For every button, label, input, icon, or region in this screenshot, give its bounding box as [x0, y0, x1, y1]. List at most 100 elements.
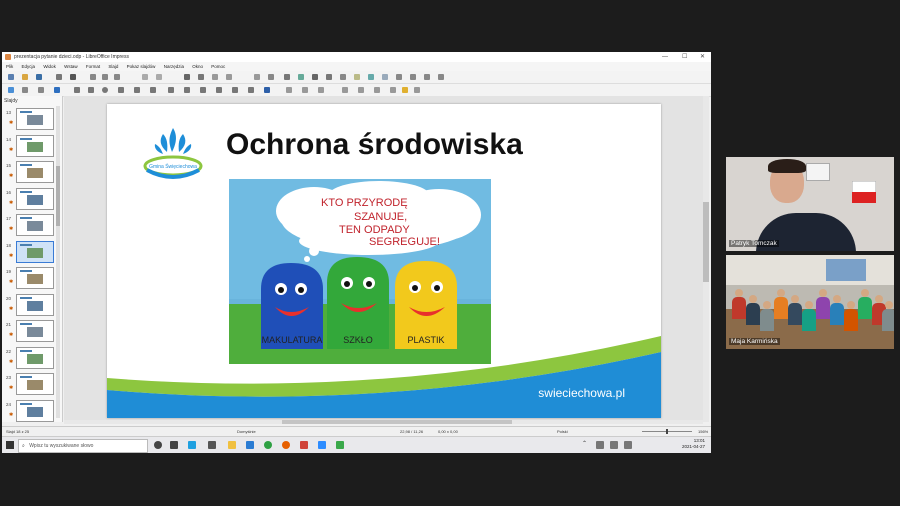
taskbar-clock[interactable]: 13:01 2021-04-27	[682, 438, 705, 450]
undo-icon[interactable]	[142, 74, 148, 80]
basic-shapes-icon[interactable]	[168, 87, 174, 93]
menu-insert[interactable]: Wstaw	[64, 64, 78, 69]
crop-icon[interactable]	[358, 87, 364, 93]
menu-window[interactable]: Okno	[192, 64, 203, 69]
media-icon[interactable]	[312, 74, 318, 80]
table-icon[interactable]	[284, 74, 290, 80]
maximize-button[interactable]: ☐	[682, 52, 687, 62]
volume-icon[interactable]	[610, 441, 618, 449]
slide-thumbnail[interactable]	[16, 346, 54, 369]
slide-thumbnail[interactable]	[16, 293, 54, 316]
menu-slideshow[interactable]: Pokaz slajdów	[127, 64, 156, 69]
tray-chevron-icon[interactable]: ⌃	[582, 440, 587, 447]
menu-edit[interactable]: Edycja	[22, 64, 36, 69]
export-pdf-icon[interactable]	[56, 74, 62, 80]
text-icon[interactable]	[38, 87, 44, 93]
slide-thumbnail[interactable]	[16, 240, 54, 263]
symbol-shapes-icon[interactable]	[184, 87, 190, 93]
network-icon[interactable]	[596, 441, 604, 449]
menu-help[interactable]: Pomoc	[211, 64, 225, 69]
curve-icon[interactable]	[134, 87, 140, 93]
cut-icon[interactable]	[90, 74, 96, 80]
firefox-icon[interactable]	[282, 441, 290, 449]
connector-icon[interactable]	[150, 87, 156, 93]
paste-icon[interactable]	[114, 74, 120, 80]
slide-icon[interactable]	[410, 74, 416, 80]
menu-slide[interactable]: Slajd	[108, 64, 118, 69]
grid-icon[interactable]	[212, 74, 218, 80]
select-icon[interactable]	[8, 87, 14, 93]
image-icon[interactable]	[298, 74, 304, 80]
zoom-app-icon[interactable]	[318, 441, 326, 449]
slide-thumbnail[interactable]	[16, 134, 54, 157]
flowchart-icon[interactable]	[216, 87, 222, 93]
slide-thumbnail[interactable]	[16, 373, 54, 395]
points-icon[interactable]	[390, 87, 396, 93]
word-icon[interactable]	[246, 441, 254, 449]
rectangle-icon[interactable]	[88, 87, 94, 93]
minimize-button[interactable]: —	[662, 52, 668, 62]
slides-scrollbar-thumb[interactable]	[56, 166, 60, 226]
toggle-extrusion-icon[interactable]	[414, 87, 420, 93]
menu-format[interactable]: Format	[86, 64, 100, 69]
slide-thumbnail[interactable]	[16, 214, 54, 236]
slides-scrollbar[interactable]	[56, 106, 60, 418]
arrange-icon[interactable]	[318, 87, 324, 93]
shadow-icon[interactable]	[342, 87, 348, 93]
slide-thumbnail[interactable]	[16, 108, 54, 130]
slide-thumbnail[interactable]	[16, 161, 54, 183]
fill-color-icon[interactable]	[54, 87, 60, 93]
slide-canvas[interactable]: Gmina Święciechowa Ochrona środowiska KT…	[107, 104, 661, 418]
close-button[interactable]: ✕	[700, 52, 705, 62]
find-replace-icon[interactable]	[184, 74, 190, 80]
textbox-icon[interactable]	[340, 74, 346, 80]
menu-view[interactable]: Widok	[43, 64, 56, 69]
edit-horizontal-scrollbar-thumb[interactable]	[282, 420, 512, 424]
slide-thumbnail[interactable]	[16, 399, 54, 422]
block-arrows-icon[interactable]	[200, 87, 206, 93]
save-icon[interactable]	[36, 74, 42, 80]
glue-points-icon[interactable]	[402, 87, 408, 93]
slide-thumbnail[interactable]	[16, 267, 54, 289]
spelling-icon[interactable]	[198, 74, 204, 80]
print-icon[interactable]	[70, 74, 76, 80]
edge-icon[interactable]	[188, 441, 196, 449]
store-icon[interactable]	[208, 441, 216, 449]
filter-icon[interactable]	[374, 87, 380, 93]
hyperlink-icon[interactable]	[368, 74, 374, 80]
display-views-icon[interactable]	[226, 74, 232, 80]
windows-start-icon[interactable]	[6, 441, 14, 449]
presentation-icon[interactable]	[396, 74, 402, 80]
fontwork-icon[interactable]	[354, 74, 360, 80]
copy-icon[interactable]	[102, 74, 108, 80]
participant-video-1[interactable]: Patryk Tomczak	[726, 157, 894, 251]
chart-icon[interactable]	[326, 74, 332, 80]
redo-icon[interactable]	[156, 74, 162, 80]
slide-thumbnail[interactable]	[16, 320, 54, 342]
taskbar-search-box[interactable]: ⌕ Wpisz tu wyszukiwane słowo	[18, 439, 148, 453]
zoom-slider-handle[interactable]	[666, 429, 668, 434]
battery-icon[interactable]	[624, 441, 632, 449]
file-explorer-icon[interactable]	[228, 441, 236, 449]
show-draw-functions-icon[interactable]	[382, 74, 388, 80]
delete-slide-icon[interactable]	[438, 74, 444, 80]
3d-objects-icon[interactable]	[264, 87, 270, 93]
zoom-icon[interactable]	[22, 87, 28, 93]
new-icon[interactable]	[8, 74, 14, 80]
stars-icon[interactable]	[248, 87, 254, 93]
slide-layout-icon[interactable]	[268, 74, 274, 80]
rotate-icon[interactable]	[286, 87, 292, 93]
slide-thumbnail[interactable]	[16, 187, 54, 210]
master-slide-icon[interactable]	[254, 74, 260, 80]
menu-file[interactable]: Plik	[6, 64, 13, 69]
chrome-icon[interactable]	[264, 441, 272, 449]
arrow-icon[interactable]	[118, 87, 124, 93]
menu-tools[interactable]: Narzędzia	[164, 64, 184, 69]
align-icon[interactable]	[302, 87, 308, 93]
callouts-icon[interactable]	[232, 87, 238, 93]
edit-vertical-scrollbar-thumb[interactable]	[703, 202, 709, 282]
media-player-icon[interactable]	[336, 441, 344, 449]
participant-video-2[interactable]: Maja Karmińska	[726, 255, 894, 349]
line-icon[interactable]	[74, 87, 80, 93]
cortana-icon[interactable]	[154, 441, 162, 449]
